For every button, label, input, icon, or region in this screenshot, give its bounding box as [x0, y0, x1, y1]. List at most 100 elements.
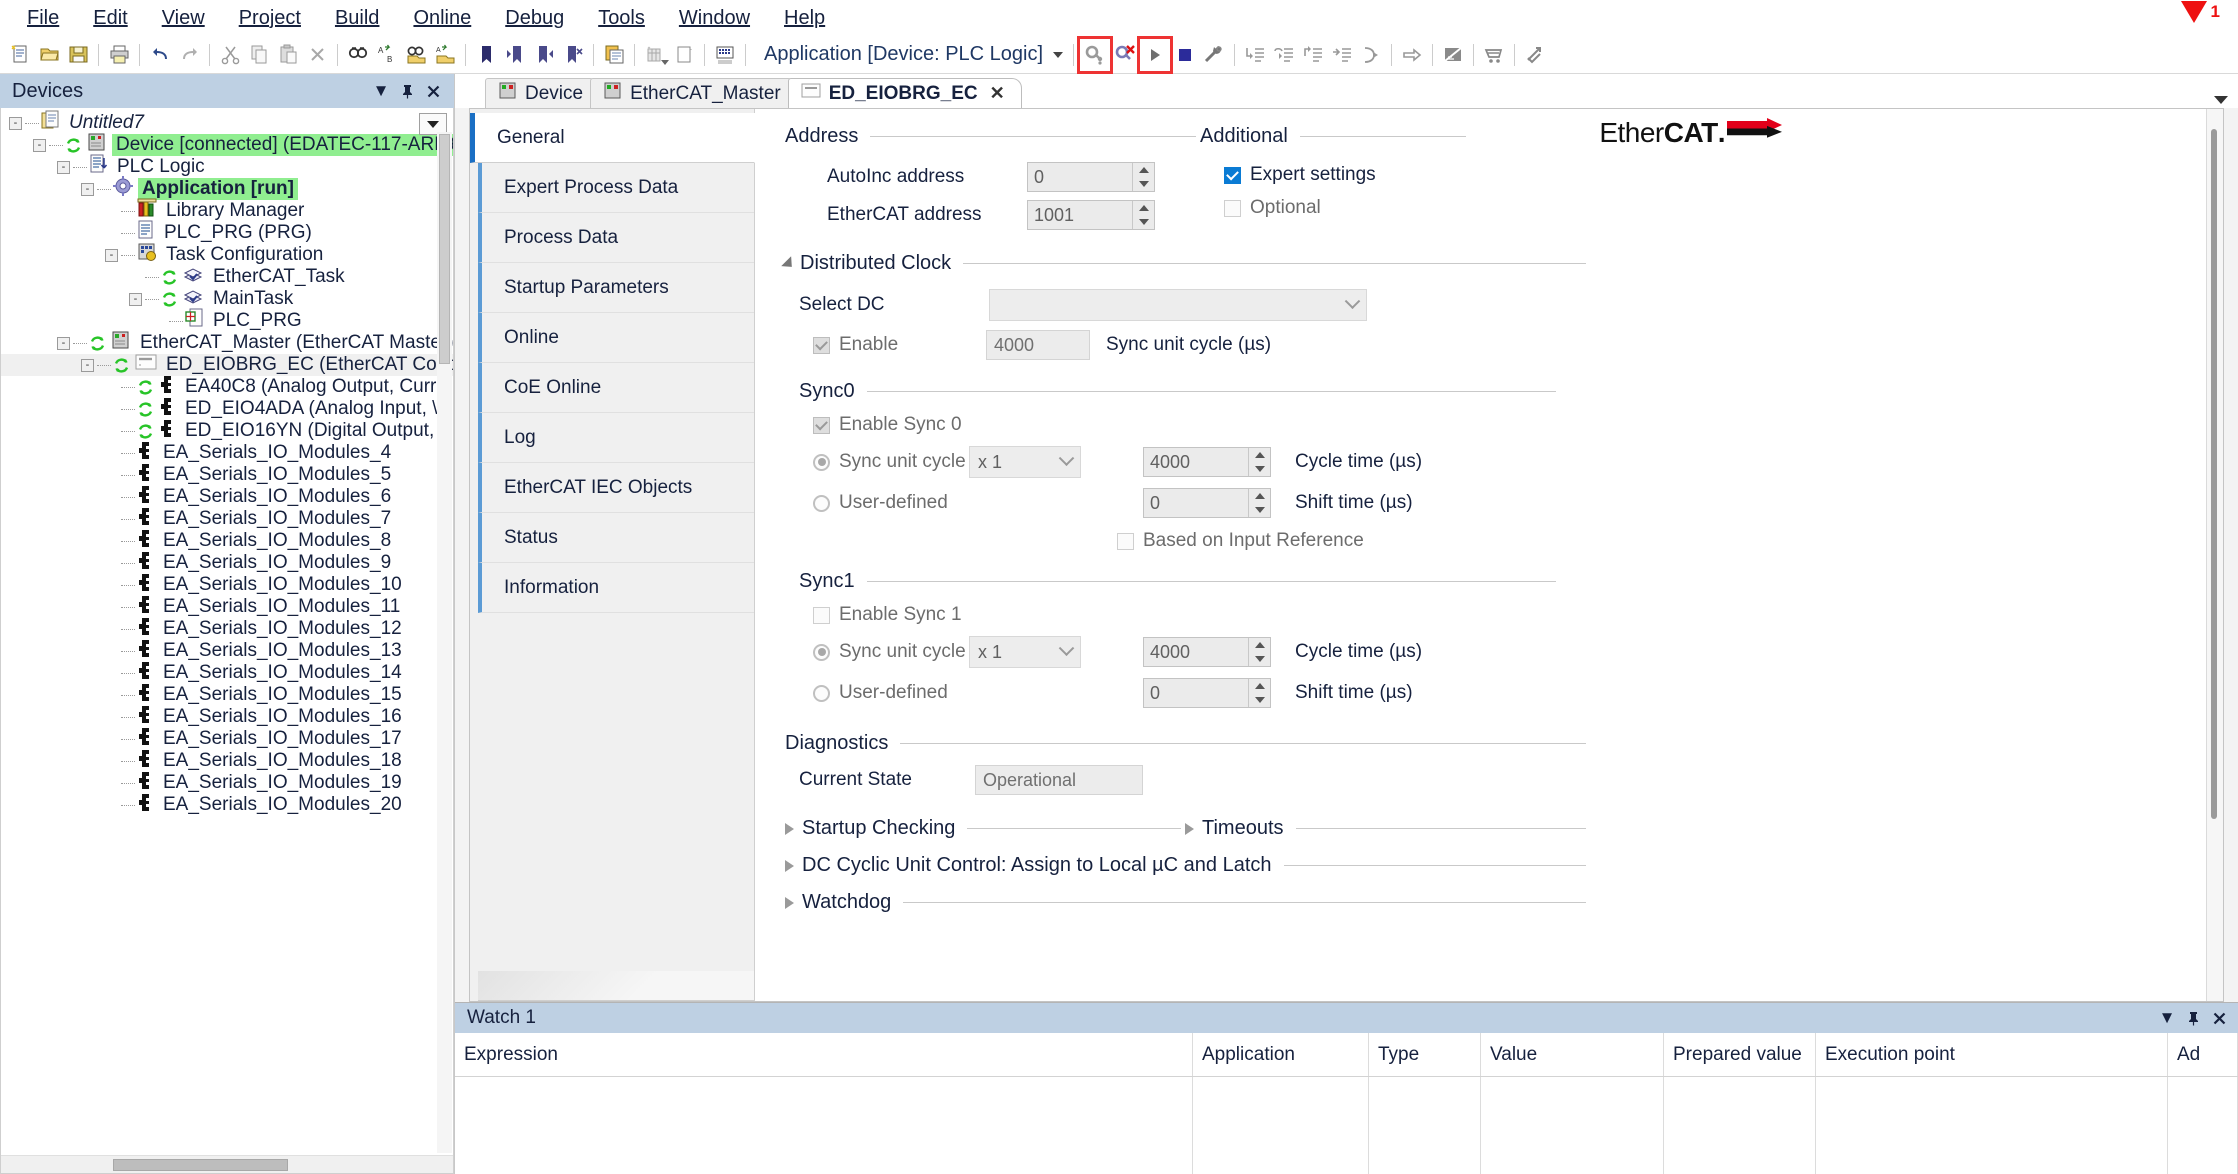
tree-item[interactable]: PLC_PRG: [1, 308, 453, 332]
devices-horizontal-scrollbar[interactable]: [1, 1155, 453, 1173]
tree-item[interactable]: EA_Serials_IO_Modules_18: [1, 749, 453, 772]
tree-item[interactable]: ED_EIO16YN (Digital Output,: [1, 419, 453, 442]
watch-column-expression[interactable]: Expression: [455, 1033, 1193, 1076]
sync0-multiplier-combo[interactable]: x 1: [969, 446, 1081, 478]
devices-vertical-scrollbar[interactable]: [437, 132, 452, 1153]
distributed-clock-header[interactable]: Distributed Clock: [781, 252, 1590, 275]
tree-item[interactable]: EtherCAT_Task: [1, 266, 453, 288]
tab-ed-eiobrg-ec[interactable]: ED_EIOBRG_EC ✕: [787, 78, 1022, 108]
sync1-cycle-time-spinner[interactable]: 4000: [1143, 637, 1271, 667]
chevron-down-icon[interactable]: ▼: [2154, 1005, 2180, 1031]
expert-settings-checkbox[interactable]: [1224, 166, 1241, 184]
tree-item[interactable]: - Application [run]: [1, 176, 453, 200]
tree-item[interactable]: EA_Serials_IO_Modules_8: [1, 529, 453, 552]
tree-item[interactable]: PLC_PRG (PRG): [1, 220, 453, 244]
scrollbar-thumb[interactable]: [113, 1159, 288, 1171]
spin-up-button[interactable]: [1249, 638, 1270, 652]
close-icon[interactable]: [2206, 1005, 2232, 1031]
undo-icon[interactable]: [146, 41, 174, 69]
optional-checkbox[interactable]: [1224, 199, 1241, 217]
prev-bookmark-icon[interactable]: [501, 41, 529, 69]
paste-icon[interactable]: [274, 41, 302, 69]
sidetab-expert-process-data[interactable]: Expert Process Data: [478, 163, 754, 213]
step-out-icon[interactable]: [1299, 41, 1327, 69]
sidetab-status[interactable]: Status: [478, 513, 754, 563]
spin-down-button[interactable]: [1133, 215, 1154, 229]
pin-icon[interactable]: [2180, 1005, 2206, 1031]
watchdog-header[interactable]: Watchdog: [785, 891, 1590, 914]
menu-item-edit[interactable]: Edit: [76, 3, 144, 34]
tree-item[interactable]: EA_Serials_IO_Modules_13: [1, 639, 453, 662]
menu-item-window[interactable]: Window: [662, 3, 767, 34]
menu-item-project[interactable]: Project: [222, 3, 318, 34]
step-into-icon[interactable]: [1241, 41, 1269, 69]
scrollbar-thumb[interactable]: [2211, 129, 2217, 819]
save-icon[interactable]: [64, 41, 92, 69]
tree-item[interactable]: EA_Serials_IO_Modules_17: [1, 727, 453, 750]
sidetab-process-data[interactable]: Process Data: [478, 213, 754, 263]
sidetab-startup-parameters[interactable]: Startup Parameters: [478, 263, 754, 313]
redo-icon[interactable]: [175, 41, 203, 69]
watch-column-type[interactable]: Type: [1369, 1033, 1481, 1076]
dc-enable-checkbox[interactable]: [813, 336, 830, 354]
pin-icon[interactable]: [394, 78, 420, 104]
tree-item[interactable]: - Task Configuration: [1, 243, 453, 266]
spin-down-button[interactable]: [1133, 177, 1154, 191]
menu-item-online[interactable]: Online: [396, 3, 488, 34]
menu-item-debug[interactable]: Debug: [488, 3, 581, 34]
tree-expander-icon[interactable]: -: [57, 336, 70, 350]
tree-item[interactable]: EA_Serials_IO_Modules_4: [1, 441, 453, 464]
tree-item[interactable]: EA_Serials_IO_Modules_16: [1, 705, 453, 728]
sync0-shift-time-spinner[interactable]: 0: [1143, 488, 1271, 518]
startup-checking-header[interactable]: Startup Checking: [785, 817, 1185, 840]
expert-settings-row[interactable]: Expert settings: [1200, 164, 1470, 186]
menu-item-help[interactable]: Help: [767, 3, 842, 34]
ethercat-address-spinner[interactable]: 1001: [1027, 200, 1155, 230]
tree-item[interactable]: Library Manager: [1, 198, 453, 222]
chevron-down-icon[interactable]: ▼: [368, 78, 394, 104]
tree-item[interactable]: EA_Serials_IO_Modules_12: [1, 617, 453, 640]
scrollbar-thumb[interactable]: [439, 134, 450, 364]
sync1-enable-checkbox[interactable]: [813, 606, 830, 624]
tree-item[interactable]: EA_Serials_IO_Modules_15: [1, 683, 453, 706]
spin-up-button[interactable]: [1249, 679, 1270, 693]
sync0-cycle-time-spinner[interactable]: 4000: [1143, 447, 1271, 477]
generate-code-icon[interactable]: [641, 41, 669, 69]
tree-item[interactable]: - Untitled7: [1, 110, 453, 134]
menu-item-file[interactable]: File: [10, 3, 76, 34]
notification-badge[interactable]: 1: [2180, 1, 2220, 23]
find-in-files-icon[interactable]: [402, 41, 430, 69]
step-over-icon[interactable]: [1270, 41, 1298, 69]
dc-cyclic-unit-control-header[interactable]: DC Cyclic Unit Control: Assign to Local …: [785, 854, 1590, 877]
watch-column-application[interactable]: Application: [1193, 1033, 1369, 1076]
tree-item[interactable]: EA_Serials_IO_Modules_7: [1, 507, 453, 530]
sidetab-online[interactable]: Online: [478, 313, 754, 363]
panel-vertical-scrollbar[interactable]: [2206, 109, 2223, 1001]
tree-expander-icon[interactable]: -: [57, 160, 70, 174]
tree-item[interactable]: - ED_EIOBRG_EC (EtherCAT Couple: [1, 354, 453, 376]
tab-ethercat-master[interactable]: EtherCAT_Master: [590, 78, 798, 108]
spin-down-button[interactable]: [1249, 693, 1270, 707]
bookmark-icon[interactable]: [472, 41, 500, 69]
sidetab-coe-online[interactable]: CoE Online: [478, 363, 754, 413]
sync0-enable-checkbox[interactable]: [813, 416, 830, 434]
select-dc-combo[interactable]: [989, 289, 1367, 321]
cut-icon[interactable]: [216, 41, 244, 69]
flow-control-icon[interactable]: [1398, 41, 1426, 69]
replace-in-files-icon[interactable]: A: [431, 41, 459, 69]
sidetab-log[interactable]: Log: [478, 413, 754, 463]
autoinc-address-spinner[interactable]: 0: [1027, 162, 1155, 192]
sidetab-information[interactable]: Information: [478, 563, 754, 613]
close-icon[interactable]: ✕: [990, 83, 1005, 104]
sync1-user-defined-radio[interactable]: [813, 684, 830, 702]
application-selector[interactable]: Application [Device: PLC Logic]: [760, 41, 1067, 69]
tree-expander-icon[interactable]: -: [81, 358, 94, 372]
tree-item[interactable]: EA_Serials_IO_Modules_14: [1, 661, 453, 684]
login-disconnect-icon[interactable]: [1111, 41, 1139, 69]
tab-overflow-chevron-icon[interactable]: [2214, 96, 2228, 104]
menu-item-view[interactable]: View: [145, 3, 222, 34]
copy-icon[interactable]: [245, 41, 273, 69]
spin-up-button[interactable]: [1133, 201, 1154, 215]
sidetab-ethercat-iec-objects[interactable]: EtherCAT IEC Objects: [478, 463, 754, 513]
tree-item[interactable]: - MainTask: [1, 288, 453, 310]
